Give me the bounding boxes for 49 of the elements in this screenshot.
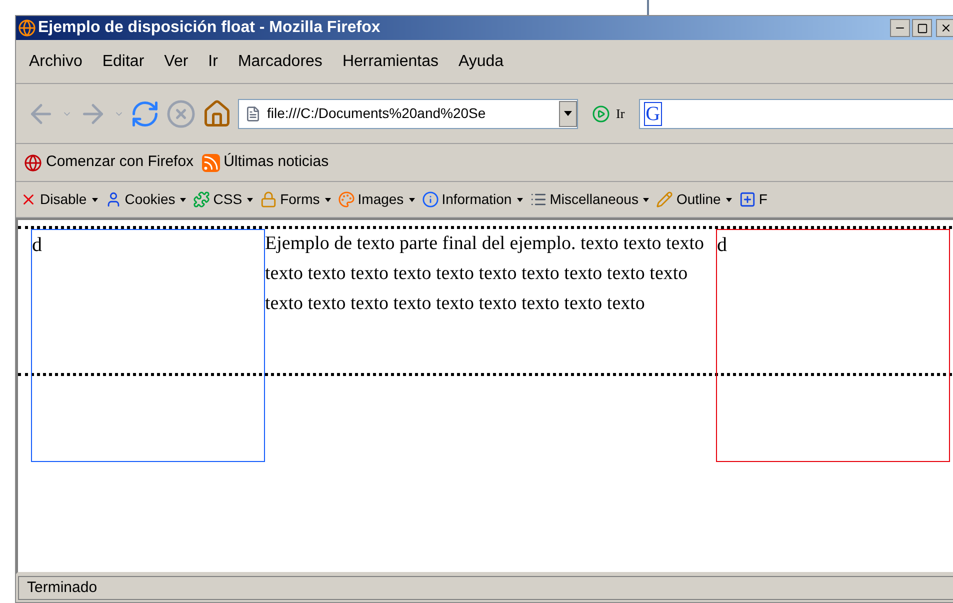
palette-icon [338, 191, 355, 208]
globe-icon [18, 19, 36, 37]
box-text: d [717, 234, 727, 256]
paragraph: Ejemplo de texto parte final del ejemplo. texto texto texto texto texto texto texto texto texto texto texto texto texto texto texto texto texto texto texto texto texto texto [265, 232, 705, 316]
box-text: d [32, 234, 42, 256]
maximize-button[interactable] [912, 19, 932, 37]
toolbar-menu-button[interactable]: Images [338, 189, 415, 210]
reload-icon[interactable] [130, 98, 160, 128]
toolbar-menu-button[interactable]: CSS [193, 189, 254, 210]
window-title: Ejemplo de disposición float - Mozilla Firefox [38, 18, 380, 38]
toolbar-menu-button[interactable]: Cookies [104, 189, 186, 210]
toolbar-menu-button[interactable]: F [738, 189, 768, 210]
menu-item[interactable]: Ayuda [458, 50, 504, 74]
bookmark-link[interactable]: Comenzar con Firefox [24, 151, 194, 174]
bookmark-link[interactable]: Últimas noticias [202, 151, 329, 174]
url-text: file:///C:/Documents%20and%20Se [267, 104, 487, 123]
pencil-icon [656, 191, 674, 208]
toolbar-menu-button[interactable]: Disable [20, 189, 98, 210]
menu-item[interactable]: Ver [164, 50, 188, 74]
stop-icon[interactable] [166, 98, 196, 128]
home-icon[interactable] [202, 98, 232, 128]
dropdown-button[interactable] [559, 100, 577, 126]
page-icon [245, 106, 261, 122]
close-icon [940, 22, 952, 34]
menu-item[interactable]: Archivo [29, 50, 82, 74]
globe-icon [24, 154, 42, 172]
list-icon [530, 191, 547, 208]
feed-icon [202, 154, 220, 172]
close-button[interactable] [936, 19, 953, 37]
toolbar-menu-button[interactable]: Miscellaneous [530, 189, 650, 210]
menu-item[interactable]: Herramientas [342, 50, 438, 74]
minimize-button[interactable] [890, 19, 910, 37]
toolbar-menu-button[interactable]: Forms [260, 189, 331, 210]
plus-window-icon [738, 191, 756, 208]
status-text: Terminado [18, 576, 953, 600]
address-field[interactable]: file:///C:/Documents%20and%20Se [238, 98, 578, 128]
menu-item[interactable]: Marcadores [238, 50, 322, 74]
puzzle-icon [193, 191, 210, 208]
info-icon [422, 191, 439, 208]
search-field[interactable]: G [638, 98, 953, 128]
padlock-icon [260, 191, 278, 208]
go-button[interactable]: Ir [592, 104, 625, 124]
maximize-icon [916, 22, 928, 34]
caret-icon [564, 111, 572, 116]
menu-item[interactable]: Editar [102, 50, 144, 74]
search-engine-logo[interactable]: G [644, 102, 662, 126]
toolbar-menu-button[interactable]: Outline [656, 189, 732, 210]
toolbar-menu-button[interactable]: Information [422, 189, 523, 210]
menu-item[interactable]: Ir [208, 50, 218, 74]
